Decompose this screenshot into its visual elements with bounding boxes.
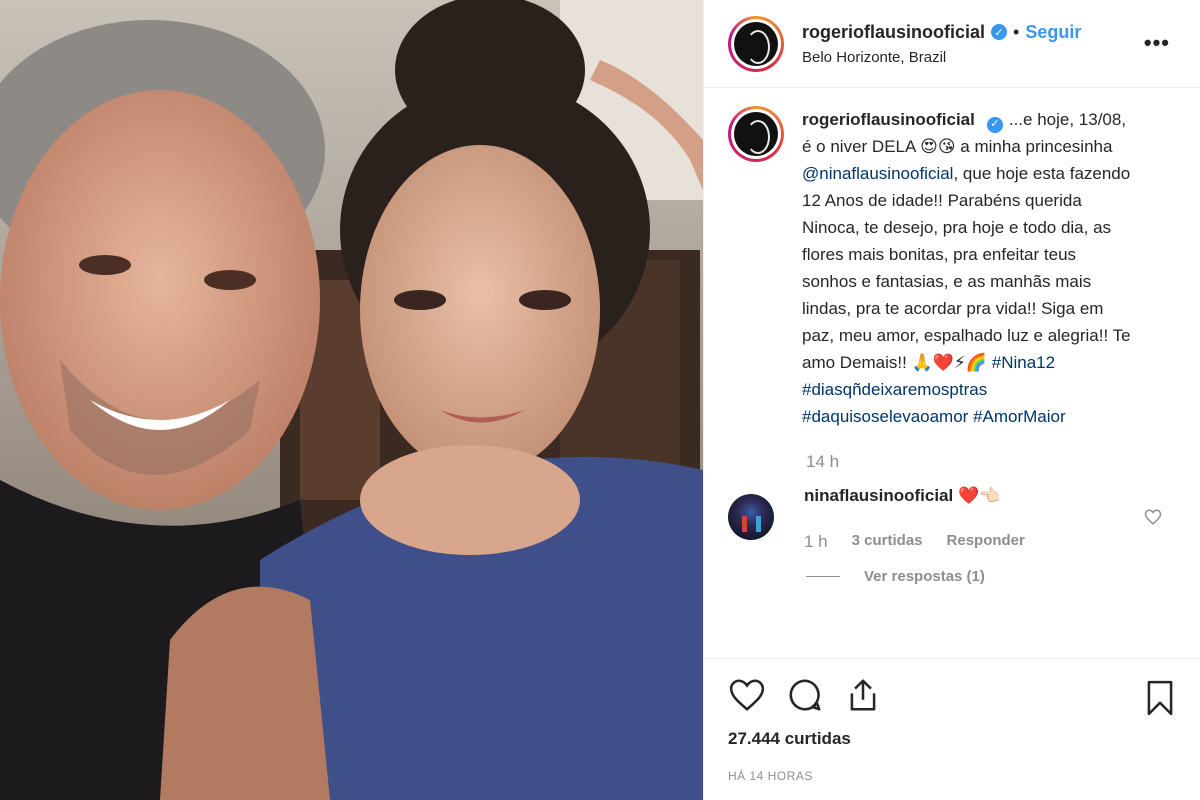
more-options-icon[interactable]: ••• bbox=[1144, 30, 1170, 56]
reply-button[interactable]: Responder bbox=[947, 532, 1025, 552]
comment-item: ninaflausinooficial ❤️👈🏻 1 h 3 curtidas … bbox=[728, 486, 1176, 552]
comment-icon[interactable] bbox=[786, 676, 824, 719]
instagram-post: rogerioflausinooficial ✓ • Seguir Belo H… bbox=[0, 0, 1200, 800]
header-username[interactable]: rogerioflausinooficial bbox=[802, 22, 985, 43]
hashtag-link[interactable]: #Nina12 bbox=[992, 353, 1055, 372]
view-replies-label: Ver respostas (1) bbox=[864, 568, 985, 585]
comment-username[interactable]: ninaflausinooficial bbox=[804, 486, 953, 505]
comment-time[interactable]: 1 h bbox=[804, 532, 828, 552]
follow-button[interactable]: Seguir bbox=[1025, 22, 1081, 43]
hashtag-link[interactable]: #daquisoselevaoamor bbox=[802, 407, 968, 426]
profile-avatar[interactable] bbox=[728, 15, 784, 72]
verified-icon: ✓ bbox=[991, 24, 1008, 40]
heart-icon[interactable] bbox=[728, 676, 766, 719]
selfie-image bbox=[0, 0, 703, 800]
view-replies[interactable]: Ver respostas (1) bbox=[806, 568, 1176, 585]
caption: rogerioflausinooficial ✓ ...e hoje, 13/08,… bbox=[728, 106, 1176, 430]
post-sidebar: rogerioflausinooficial ✓ • Seguir Belo H… bbox=[703, 0, 1200, 800]
post-photo[interactable] bbox=[0, 0, 703, 800]
divider-line bbox=[806, 576, 840, 577]
separator-dot: • bbox=[1013, 21, 1020, 42]
likes-count[interactable]: 27.444 curtidas bbox=[728, 729, 1176, 749]
caption-time[interactable]: 14 h bbox=[806, 452, 1176, 472]
comment-text: ❤️👈🏻 bbox=[957, 486, 1001, 505]
verified-icon: ✓ bbox=[986, 116, 1003, 133]
comment-like-icon[interactable] bbox=[1144, 508, 1162, 531]
post-actions: 27.444 curtidas HÁ 14 HORAS bbox=[704, 658, 1200, 800]
location-link[interactable]: Belo Horizonte, Brazil bbox=[802, 49, 1081, 66]
post-timestamp[interactable]: HÁ 14 HORAS bbox=[728, 769, 1176, 783]
share-icon[interactable] bbox=[844, 676, 882, 719]
post-header: rogerioflausinooficial ✓ • Seguir Belo H… bbox=[704, 0, 1200, 88]
bookmark-icon[interactable] bbox=[1144, 679, 1176, 722]
commenter-avatar[interactable] bbox=[728, 494, 774, 540]
caption-username[interactable]: rogerioflausinooficial bbox=[802, 110, 975, 129]
mention-link[interactable]: @ninaflausinooficial bbox=[802, 164, 953, 183]
comments-section: rogerioflausinooficial ✓ ...e hoje, 13/08,… bbox=[704, 88, 1200, 658]
caption-body-2: , que hoje esta fazendo 12 Anos de idade… bbox=[802, 164, 1131, 372]
hashtag-link[interactable]: #diasqñdeixaremosptras bbox=[802, 380, 987, 399]
comment-likes[interactable]: 3 curtidas bbox=[852, 532, 923, 552]
hashtag-link[interactable]: #AmorMaior bbox=[973, 407, 1066, 426]
caption-avatar[interactable] bbox=[728, 106, 784, 162]
caption-text: rogerioflausinooficial ✓ ...e hoje, 13/08,… bbox=[802, 106, 1132, 430]
